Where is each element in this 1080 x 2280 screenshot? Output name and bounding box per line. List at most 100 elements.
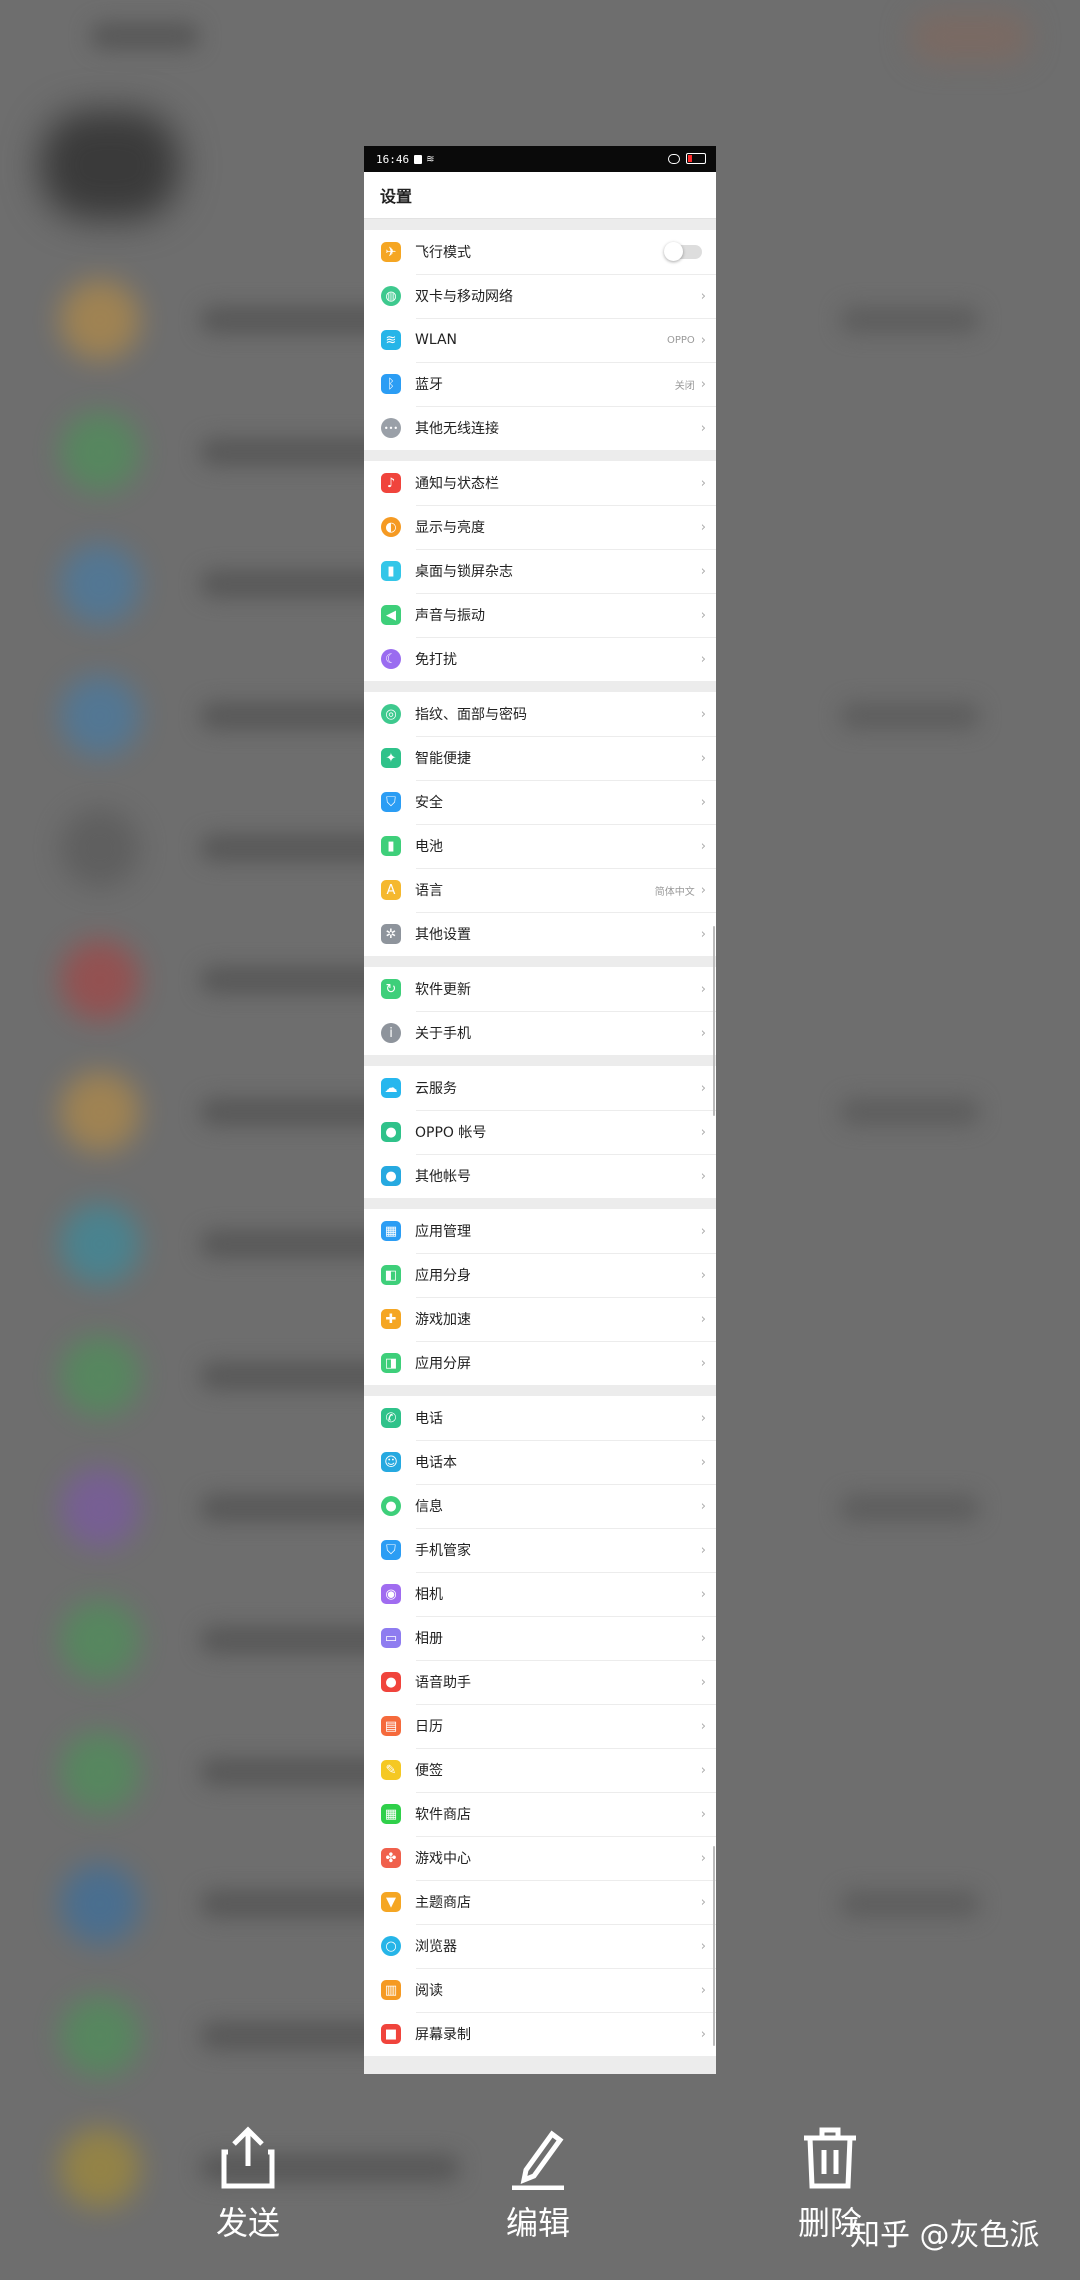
trash-icon xyxy=(730,2120,930,2190)
settings-item-dots[interactable]: ••• 其他无线连接 › xyxy=(364,406,716,450)
chevron-right-icon: › xyxy=(700,1938,706,1954)
chevron-right-icon: › xyxy=(700,926,706,942)
settings-item-label: 电池 xyxy=(415,839,443,855)
settings-item-book[interactable]: ▥ 阅读 › xyxy=(364,1968,716,2012)
settings-item-calendar[interactable]: ▤ 日历 › xyxy=(364,1704,716,1748)
chevron-right-icon: › xyxy=(700,1630,706,1646)
airplane-mode-toggle[interactable] xyxy=(664,242,702,261)
chevron-right-icon: › xyxy=(700,420,706,436)
speaker-icon: ◀ xyxy=(381,605,401,625)
chevron-right-icon: › xyxy=(700,1498,706,1514)
settings-item-speaker[interactable]: ◀ 声音与振动 › xyxy=(364,593,716,637)
chevron-right-icon: › xyxy=(700,2026,706,2042)
settings-item-battery[interactable]: ▮ 电池 › xyxy=(364,824,716,868)
settings-item-clone[interactable]: ◧ 应用分身 › xyxy=(364,1253,716,1297)
send-label: 发送 xyxy=(215,2204,280,2242)
settings-item-label: 通知与状态栏 xyxy=(415,476,499,492)
settings-item-label: 飞行模式 xyxy=(415,245,471,261)
eye-comfort-icon xyxy=(668,153,680,164)
settings-item-brightness[interactable]: ◐ 显示与亮度 › xyxy=(364,505,716,549)
settings-item-split[interactable]: ◨ 应用分屏 › xyxy=(364,1341,716,1385)
settings-item-label: 日历 xyxy=(415,1719,443,1735)
bell-icon: ♪ xyxy=(381,473,401,493)
settings-item-label: 关于手机 xyxy=(415,1026,471,1042)
chevron-right-icon: › xyxy=(700,1454,706,1470)
settings-item-contacts[interactable]: ☺ 电话本 › xyxy=(364,1440,716,1484)
chevron-right-icon: › xyxy=(700,1223,706,1239)
settings-item-label: 游戏中心 xyxy=(415,1851,471,1867)
globe-icon: ◍ xyxy=(381,286,401,306)
chevron-right-icon: › xyxy=(700,1542,706,1558)
chevron-right-icon: › xyxy=(700,1025,706,1041)
settings-item-note[interactable]: ✎ 便签 › xyxy=(364,1748,716,1792)
settings-item-user[interactable]: ● OPPO 帐号 › xyxy=(364,1110,716,1154)
status-time: 16:46 xyxy=(376,152,410,166)
settings-item-brush[interactable]: ▼ 主题商店 › xyxy=(364,1880,716,1924)
settings-item-smart[interactable]: ✦ 智能便捷 › xyxy=(364,736,716,780)
settings-item-camera[interactable]: ◉ 相机 › xyxy=(364,1572,716,1616)
book-icon: ▥ xyxy=(381,1980,401,2000)
settings-item-cloud[interactable]: ☁ 云服务 › xyxy=(364,1066,716,1110)
chevron-right-icon: › xyxy=(700,1124,706,1140)
scrollbar[interactable] xyxy=(713,1846,715,2046)
send-button[interactable]: 发送 xyxy=(148,2120,348,2242)
settings-item-label: 应用分屏 xyxy=(415,1356,471,1372)
settings-item-gallery[interactable]: ▭ 相册 › xyxy=(364,1616,716,1660)
settings-item-gamepad[interactable]: ✚ 游戏加速 › xyxy=(364,1297,716,1341)
users-icon: ● xyxy=(381,1166,401,1186)
settings-item-record[interactable]: ■ 屏幕录制 › xyxy=(364,2012,716,2056)
settings-item-moon[interactable]: ☾ 免打扰 › xyxy=(364,637,716,681)
gamepad-icon: ✚ xyxy=(381,1309,401,1329)
settings-item-message[interactable]: ● 信息 › xyxy=(364,1484,716,1528)
settings-item-label: 声音与振动 xyxy=(415,608,485,624)
settings-item-pinwheel[interactable]: ✤ 游戏中心 › xyxy=(364,1836,716,1880)
tablet-icon: ▮ xyxy=(381,561,401,581)
settings-item-guard[interactable]: ⛉ 手机管家 › xyxy=(364,1528,716,1572)
settings-item-value: OPPO xyxy=(666,334,695,346)
clone-icon: ◧ xyxy=(381,1265,401,1285)
user-icon: ● xyxy=(381,1122,401,1142)
settings-item-info[interactable]: i 关于手机 › xyxy=(364,1011,716,1055)
settings-item-wifi[interactable]: ≋ WLAN OPPO › xyxy=(364,318,716,362)
settings-item-label: 电话 xyxy=(415,1411,443,1427)
split-icon: ◨ xyxy=(381,1353,401,1373)
edit-button[interactable]: 编辑 xyxy=(438,2120,638,2242)
chevron-right-icon: › xyxy=(700,981,706,997)
settings-item-store[interactable]: ▦ 软件商店 › xyxy=(364,1792,716,1836)
settings-item-mic[interactable]: ● 语音助手 › xyxy=(364,1660,716,1704)
settings-item-apps[interactable]: ▦ 应用管理 › xyxy=(364,1209,716,1253)
note-icon: ✎ xyxy=(381,1760,401,1780)
settings-item-label: 桌面与锁屏杂志 xyxy=(415,564,513,580)
settings-group: ♪ 通知与状态栏 › ◐ 显示与亮度 › ▮ 桌面与锁屏杂志 › ◀ 声音与振动 › ☾ 免打扰 › xyxy=(364,461,716,681)
settings-item-label: 电话本 xyxy=(415,1455,457,1471)
gear-icon: ✲ xyxy=(381,924,401,944)
scrollbar[interactable] xyxy=(713,926,715,1116)
settings-item-users[interactable]: ● 其他帐号 › xyxy=(364,1154,716,1198)
settings-item-shield[interactable]: ⛉ 安全 › xyxy=(364,780,716,824)
settings-item-label: 相机 xyxy=(415,1587,443,1603)
settings-item-label: 其他设置 xyxy=(415,927,471,943)
settings-item-browser[interactable]: ○ 浏览器 › xyxy=(364,1924,716,1968)
chevron-right-icon: › xyxy=(700,1894,706,1910)
settings-item-phone[interactable]: ✆ 电话 › xyxy=(364,1396,716,1440)
apps-icon: ▦ xyxy=(381,1221,401,1241)
settings-item-airplane[interactable]: ✈ 飞行模式 xyxy=(364,230,716,274)
settings-item-update[interactable]: ↻ 软件更新 › xyxy=(364,967,716,1011)
settings-group: ◎ 指纹、面部与密码 › ✦ 智能便捷 › ⛉ 安全 › ▮ 电池 › A 语言 简体中文 › ✲ 其他设置 › xyxy=(364,692,716,956)
settings-item-tablet[interactable]: ▮ 桌面与锁屏杂志 › xyxy=(364,549,716,593)
brightness-icon: ◐ xyxy=(381,517,401,537)
settings-item-bell[interactable]: ♪ 通知与状态栏 › xyxy=(364,461,716,505)
settings-item-language[interactable]: A 语言 简体中文 › xyxy=(364,868,716,912)
chevron-right-icon: › xyxy=(700,1410,706,1426)
language-icon: A xyxy=(381,880,401,900)
settings-item-bluetooth[interactable]: ᛒ 蓝牙 关闭 › xyxy=(364,362,716,406)
settings-item-gear[interactable]: ✲ 其他设置 › xyxy=(364,912,716,956)
message-icon: ● xyxy=(381,1496,401,1516)
chevron-right-icon: › xyxy=(700,1850,706,1866)
settings-item-globe[interactable]: ◍ 双卡与移动网络 › xyxy=(364,274,716,318)
chevron-right-icon: › xyxy=(700,563,706,579)
settings-item-label: 信息 xyxy=(415,1499,443,1515)
settings-group: ✈ 飞行模式 ◍ 双卡与移动网络 › ≋ WLAN OPPO › ᛒ 蓝牙 关闭 › ••• 其他无线连接 › xyxy=(364,230,716,450)
chevron-right-icon: › xyxy=(700,651,706,667)
settings-item-fingerprint[interactable]: ◎ 指纹、面部与密码 › xyxy=(364,692,716,736)
